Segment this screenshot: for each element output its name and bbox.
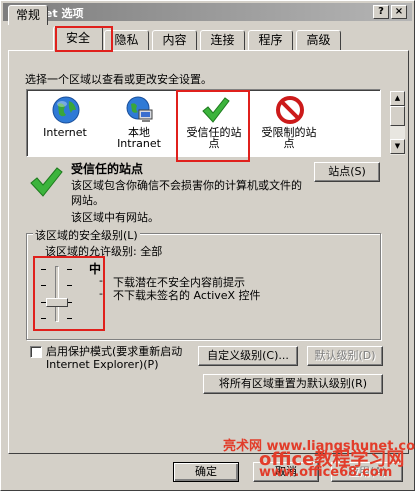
reset-all-zones-button[interactable]: 将所有区域重置为默认级别(R) xyxy=(203,374,383,394)
sites-button[interactable]: 站点(S) xyxy=(314,162,380,182)
tab-content[interactable]: 内容 xyxy=(152,30,197,50)
security-level-group-label: 该区域的安全级别(L) xyxy=(33,227,140,243)
highlight-box-trusted-sites xyxy=(176,90,250,162)
zone-restricted-sites[interactable]: 受限制的站 点 xyxy=(253,92,325,156)
title-bar: Internet 选项 ? × xyxy=(3,3,412,21)
selected-zone-description: 该区域包含你确信不会损害你的计算机或文件的网站。 xyxy=(71,179,302,207)
level-description-line: 不下载未签名的 ActiveX 控件 xyxy=(113,289,261,302)
tab-advanced[interactable]: 高级 xyxy=(296,30,341,50)
highlight-box-slider xyxy=(33,256,105,331)
zone-label-restricted-sites: 受限制的站 点 xyxy=(261,126,317,150)
selected-zone-title: 受信任的站点 xyxy=(71,162,144,176)
protected-mode-checkbox[interactable] xyxy=(30,346,42,358)
tab-programs[interactable]: 程序 xyxy=(248,30,293,50)
protected-mode-label: 启用保护模式(要求重新启动 Internet Explorer)(P) xyxy=(46,345,183,371)
scroll-thumb[interactable] xyxy=(390,106,405,126)
zone-label-local-intranet: 本地 Intranet xyxy=(117,126,161,150)
ok-button[interactable]: 确定 xyxy=(173,462,239,482)
trusted-sites-large-checkmark-icon xyxy=(30,167,63,197)
zone-internet[interactable]: Internet xyxy=(29,92,101,156)
custom-level-button[interactable]: 自定义级别(C)... xyxy=(198,346,298,366)
globe-icon xyxy=(52,96,80,124)
tab-connections[interactable]: 连接 xyxy=(200,30,245,50)
close-button[interactable]: × xyxy=(391,5,407,19)
selected-zone-sites-note: 该区域中有网站。 xyxy=(71,211,159,224)
scroll-up-icon[interactable]: ▲ xyxy=(390,91,405,106)
internet-options-dialog: Internet 选项 ? × 常规 安全 隐私 内容 连接 程序 高级 选择一… xyxy=(0,0,415,491)
scroll-down-icon[interactable]: ▼ xyxy=(390,139,405,154)
highlight-box-security-tab xyxy=(55,26,113,52)
local-intranet-icon xyxy=(126,96,153,122)
help-button[interactable]: ? xyxy=(373,5,389,19)
zone-instruction: 选择一个区域以查看或更改安全设置。 xyxy=(25,73,212,86)
tab-general[interactable]: 常规 xyxy=(8,5,48,25)
restricted-icon xyxy=(276,96,304,124)
zone-local-intranet[interactable]: 本地 Intranet xyxy=(103,92,175,156)
zone-label-internet: Internet xyxy=(43,126,87,139)
watermark-text: www.office68.com xyxy=(259,465,393,480)
zone-list-scrollbar[interactable]: ▲ ▼ xyxy=(390,91,405,155)
default-level-button[interactable]: 默认级别(D) xyxy=(307,346,383,366)
